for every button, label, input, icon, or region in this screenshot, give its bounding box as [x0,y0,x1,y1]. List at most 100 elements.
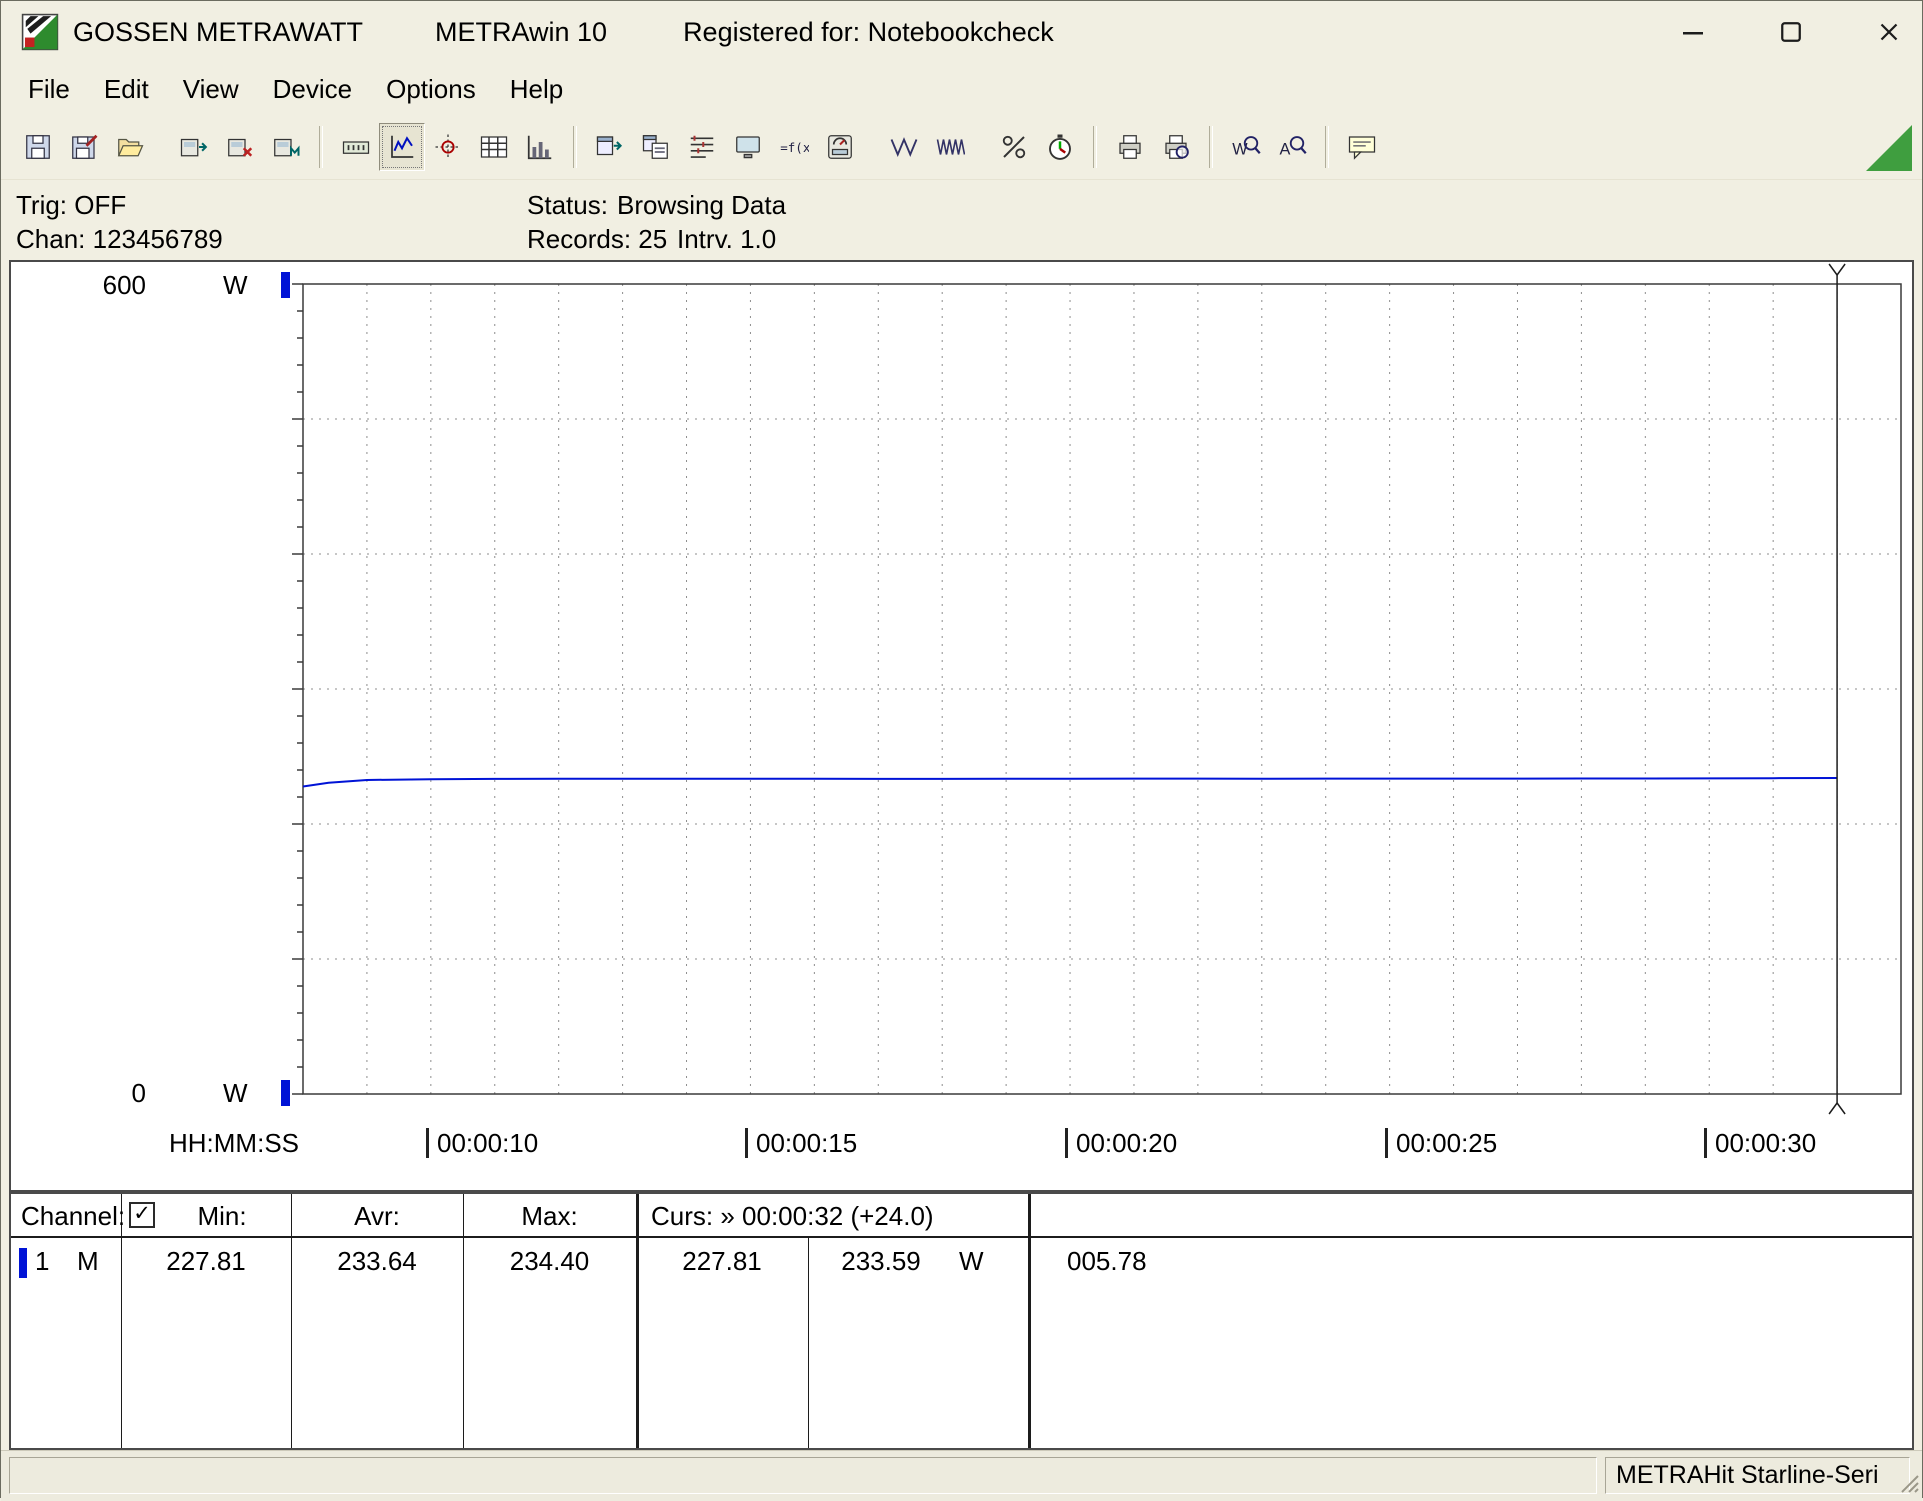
row-channel-number: 1 [35,1246,49,1276]
channel-color-bar [19,1248,27,1278]
plot-region[interactable] [11,262,1910,1190]
info-panel: Trig: OFF Chan: 123456789 Status: Browsi… [1,180,1922,260]
close-button[interactable] [1872,15,1906,49]
svg-text:W: W [1232,141,1248,159]
x-axis-format-label: HH:MM:SS [169,1128,299,1159]
save-button[interactable] [15,123,61,171]
status-label: Status: [527,190,608,221]
x-tick-label: 00:00:15 [745,1128,857,1159]
yt-chart-button[interactable] [379,123,425,171]
annotation-button[interactable] [1339,123,1385,171]
channel-list: Chan: 123456789 [16,224,223,255]
save-as-button[interactable] [61,123,107,171]
channel-color-marker-bottom [281,1080,290,1106]
toolbar-separator [1325,126,1329,168]
table-divider [1028,1194,1031,1448]
metrawin-window: GOSSEN METRAWATT METRAwin 10 Registered … [0,0,1923,1498]
device-memory-button[interactable] [263,123,309,171]
table-divider [463,1194,464,1448]
y-axis-min-label: 0 [66,1078,146,1109]
zoom-w-button[interactable]: W [1223,123,1269,171]
y-axis-unit-top: W [223,270,248,301]
monitor-button[interactable] [725,123,771,171]
toolbar: =f(x) W A [1,115,1922,180]
statusbar-message-panel [9,1457,1597,1494]
interval-value: Intrv. 1.0 [677,224,776,255]
numeric-display-button[interactable] [333,123,379,171]
titlebar-app-name: METRAwin 10 [435,17,607,48]
zoom-a-button[interactable]: A [1269,123,1315,171]
col-channel-header: Channel: [21,1201,125,1231]
device-clear-button[interactable] [217,123,263,171]
data-table-button[interactable] [471,123,517,171]
toolbar-separator [319,126,323,168]
toolbar-separator [1209,126,1213,168]
titlebar-registered: Registered for: Notebookcheck [683,17,1054,48]
resize-grip-icon[interactable] [1898,1472,1920,1499]
measurement-table: Channel: Min: Avr: Max: Curs: » 00:00:32… [9,1192,1914,1450]
channel-color-marker-top [281,272,290,298]
event-list-button[interactable] [679,123,725,171]
menu-device[interactable]: Device [256,69,369,110]
menu-edit[interactable]: Edit [87,69,166,110]
row-cursor-start-value: 227.81 [636,1246,808,1276]
print-preview-button[interactable] [1153,123,1199,171]
chart-area: 600 W 0 W HH:MM:SS 00:00:10 00:00:15 00:00… [9,260,1914,1192]
titlebar-brand: GOSSEN METRAWATT [73,17,363,48]
x-tick-label: 00:00:25 [1385,1128,1497,1159]
wave-full-button[interactable] [927,123,973,171]
col-cursor-header: Curs: » 00:00:32 (+24.0) [651,1201,934,1231]
menu-help[interactable]: Help [493,69,580,110]
table-divider [291,1194,292,1448]
wave-min-button[interactable] [881,123,927,171]
print-button[interactable] [1107,123,1153,171]
menubar: File Edit View Device Options Help [1,63,1922,115]
row-channel-mode: M [77,1246,99,1276]
window-import-button[interactable] [633,123,679,171]
window-controls [1676,1,1906,63]
connection-indicator-icon [1866,125,1912,171]
statusbar-device-panel: METRAHit Starline-Seri [1605,1457,1910,1494]
app-logo-icon [21,13,59,51]
menu-view[interactable]: View [166,69,256,110]
formula-button[interactable]: =f(x) [771,123,817,171]
col-max-header: Max: [463,1201,636,1231]
statusbar: METRAHit Starline-Seri [1,1450,1922,1501]
multimeter-button[interactable] [817,123,863,171]
open-file-button[interactable] [107,123,153,171]
row-cursor-value: 233.59 [811,1246,951,1276]
channel-visible-checkbox[interactable] [129,1202,155,1228]
timer-button[interactable] [1037,123,1083,171]
y-axis-max-label: 600 [66,270,146,301]
x-tick-label: 00:00:30 [1704,1128,1816,1159]
menu-options[interactable]: Options [369,69,493,110]
row-max-value: 234.40 [463,1246,636,1276]
minimize-button[interactable] [1676,15,1710,49]
table-divider [808,1236,809,1448]
table-divider [121,1194,122,1448]
table-header-divider [11,1236,1912,1238]
row-cursor-unit: W [959,1246,984,1276]
xy-chart-button[interactable] [425,123,471,171]
maximize-button[interactable] [1774,15,1808,49]
x-tick-label: 00:00:20 [1065,1128,1177,1159]
y-axis-unit-bottom: W [223,1078,248,1109]
row-avr-value: 233.64 [291,1246,463,1276]
svg-text:=f(x): =f(x) [780,140,809,155]
col-min-header: Min: [153,1201,291,1231]
table-divider [636,1194,639,1448]
toolbar-separator [1093,126,1097,168]
menu-file[interactable]: File [11,69,87,110]
window-export-button[interactable] [587,123,633,171]
col-avr-header: Avr: [291,1201,463,1231]
titlebar: GOSSEN METRAWATT METRAwin 10 Registered … [1,1,1922,63]
x-tick-label: 00:00:10 [426,1128,538,1159]
device-send-button[interactable] [171,123,217,171]
records-count: Records: 25 [527,224,667,255]
bar-graph-button[interactable] [517,123,563,171]
scaling-button[interactable] [991,123,1037,171]
row-cursor-delta: 005.78 [1067,1246,1147,1276]
toolbar-separator [573,126,577,168]
device-name: METRAHit Starline-Seri [1616,1461,1879,1489]
trigger-status: Trig: OFF [16,190,126,221]
